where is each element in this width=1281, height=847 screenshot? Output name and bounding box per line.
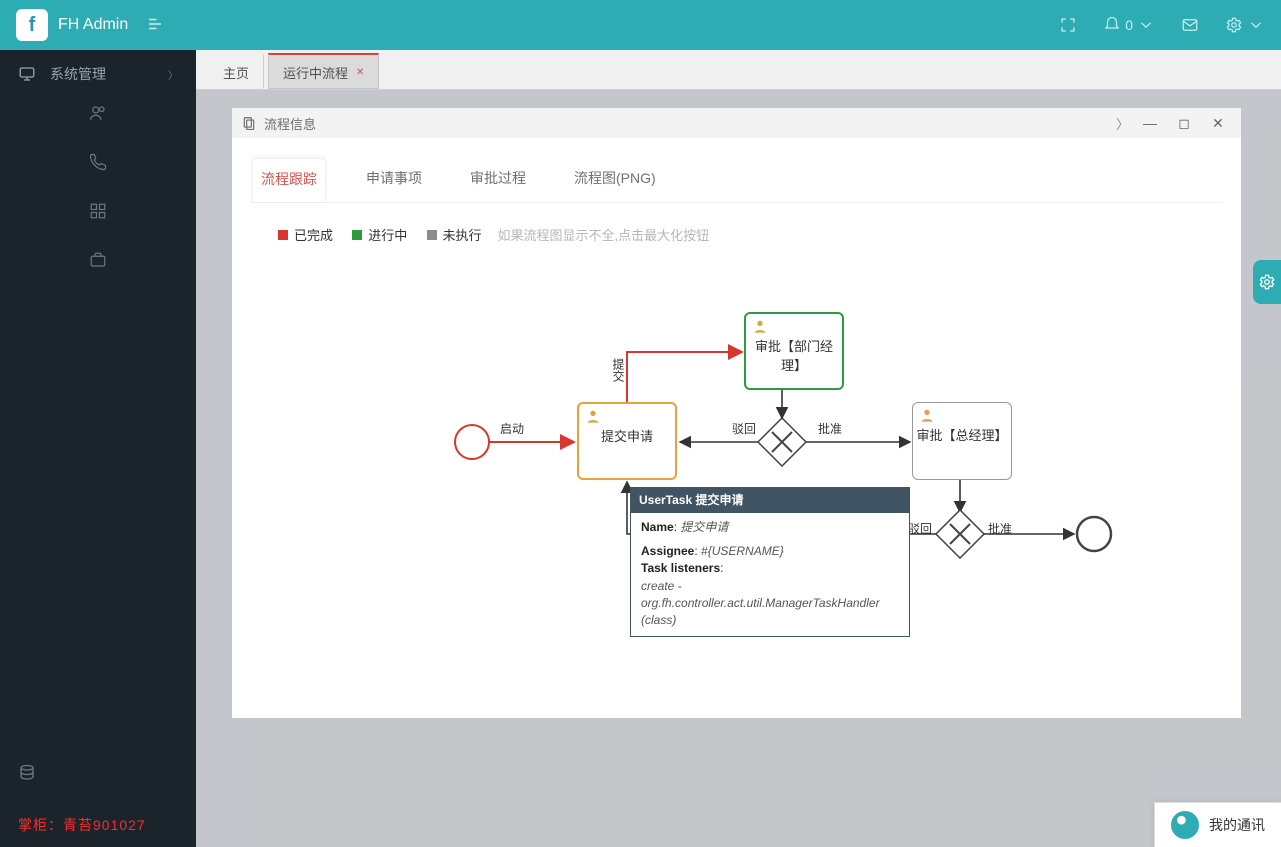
legend-label-done: 已完成 <box>294 225 333 244</box>
task-label: 审批【总经理】 <box>913 425 1011 444</box>
sidebar: 系统管理 〉 掌柜：青苔901027 <box>0 50 196 847</box>
chevron-right-icon: 〉 <box>168 67 178 82</box>
modal-close-button[interactable]: ✕ <box>1205 115 1231 132</box>
messages-button[interactable] <box>1181 16 1199 34</box>
fullscreen-button[interactable] <box>1059 16 1077 34</box>
modal-maximize-button[interactable]: ◻ <box>1171 115 1197 132</box>
legend-swatch-done <box>278 230 288 240</box>
tooltip-header: UserTask 提交申请 <box>631 488 909 513</box>
inner-tab-request[interactable]: 申请事项 <box>358 158 430 202</box>
app-brand: FH Admin <box>58 16 128 34</box>
task-tooltip: UserTask 提交申请 Name: 提交申请 Assignee: #{USE… <box>630 487 910 637</box>
task-dept-approval[interactable]: 审批【部门经理】 <box>744 312 844 390</box>
modal-inner-tabs: 流程跟踪 申请事项 审批过程 流程图(PNG) <box>252 158 1221 203</box>
avatar-icon <box>1171 811 1199 839</box>
tooltip-name-value: 提交申请 <box>680 520 728 534</box>
header-actions: 0 <box>1059 16 1265 34</box>
tooltip-name-label: Name <box>641 520 674 534</box>
legend-label-doing: 进行中 <box>368 225 407 244</box>
modal-minimize-button[interactable]: — <box>1137 115 1163 131</box>
task-label: 提交申请 <box>579 426 675 445</box>
process-diagram: 提交申请 审批【部门经理】 审批【总经理】 启动 提交 驳回 批准 <box>432 262 1241 622</box>
watermark-text: 掌柜：青苔901027 <box>18 815 178 835</box>
inner-tab-approve[interactable]: 审批过程 <box>462 158 534 202</box>
edge-label-submit: 提交 <box>610 358 627 382</box>
menu-toggle-button[interactable] <box>146 15 164 36</box>
sidebar-item-calls[interactable] <box>89 153 107 174</box>
sidebar-item-apps[interactable] <box>89 202 107 223</box>
modal-title: 流程信息 <box>264 114 316 133</box>
tooltip-listeners-label: Task listeners <box>641 561 720 575</box>
sidebar-item-system[interactable]: 系统管理 〉 <box>0 50 196 98</box>
task-label: 审批【部门经理】 <box>746 336 842 374</box>
floating-settings-tab[interactable] <box>1253 260 1281 304</box>
sidebar-item-database[interactable] <box>18 769 36 785</box>
sidebar-collapsed-icons <box>0 98 196 272</box>
app-logo: f <box>16 9 48 41</box>
sidebar-item-users[interactable] <box>89 104 107 125</box>
settings-button[interactable] <box>1225 16 1265 34</box>
modal-titlebar[interactable]: 流程信息 〉 — ◻ ✕ <box>232 108 1241 138</box>
sidebar-item-label: 系统管理 <box>50 64 154 84</box>
chevron-right-icon: 〉 <box>1116 114 1129 133</box>
document-icon <box>242 116 256 130</box>
sidebar-item-work[interactable] <box>89 251 107 272</box>
chat-label: 我的通讯 <box>1209 815 1265 835</box>
legend-swatch-todo <box>427 230 437 240</box>
task-gm-approval[interactable]: 审批【总经理】 <box>912 402 1012 480</box>
app-header: f FH Admin 0 <box>0 0 1281 50</box>
task-submit[interactable]: 提交申请 <box>577 402 677 480</box>
edge-label-start: 启动 <box>500 420 524 437</box>
diagram-legend: 已完成 进行中 未执行 如果流程图显示不全,点击最大化按钮 <box>252 225 1221 244</box>
notifications-button[interactable]: 0 <box>1103 16 1155 34</box>
tooltip-assignee-value: #{USERNAME} <box>701 544 784 558</box>
legend-swatch-doing <box>352 230 362 240</box>
tooltip-assignee-label: Assignee <box>641 544 694 558</box>
notifications-count: 0 <box>1125 17 1133 33</box>
modal-window: 流程信息 〉 — ◻ ✕ 流程跟踪 申请事项 审批过程 流程图(PNG) 已完成 <box>232 108 1241 718</box>
legend-label-todo: 未执行 <box>443 225 482 244</box>
legend-hint: 如果流程图显示不全,点击最大化按钮 <box>498 225 710 244</box>
tooltip-listeners-value: create - org.fh.controller.act.util.Mana… <box>641 579 880 628</box>
edge-label-approve1: 批准 <box>818 420 842 437</box>
edge-label-reject1: 驳回 <box>732 420 756 437</box>
content-area: 主页 运行中流程 ✕ 流程信息 〉 — ◻ ✕ 流程跟踪 申请事项 <box>196 50 1281 847</box>
chat-widget[interactable]: 我的通讯 <box>1154 802 1281 847</box>
edge-label-reject2: 驳回 <box>908 520 932 537</box>
inner-tab-trace[interactable]: 流程跟踪 <box>252 158 326 202</box>
edge-label-approve2: 批准 <box>988 520 1012 537</box>
inner-tab-png[interactable]: 流程图(PNG) <box>566 158 664 202</box>
